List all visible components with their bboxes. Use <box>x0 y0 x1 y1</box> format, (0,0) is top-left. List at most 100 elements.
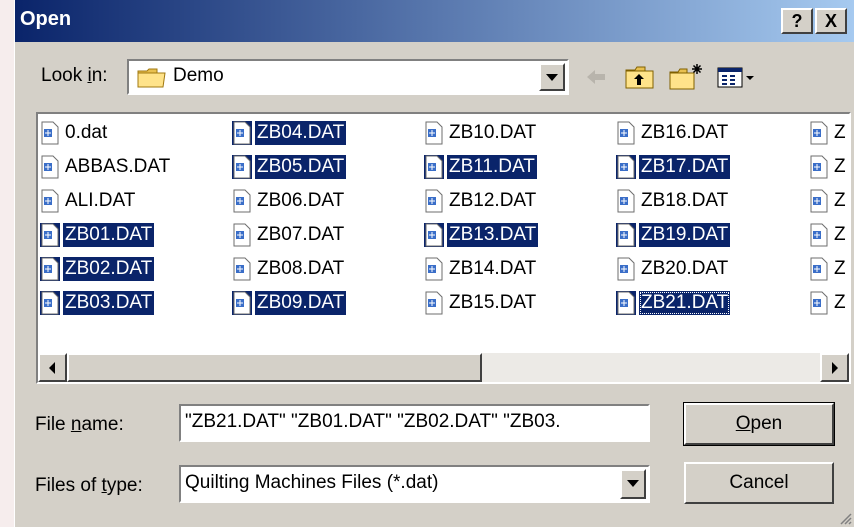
file-name-input[interactable]: "ZB21.DAT" "ZB01.DAT" "ZB02.DAT" "ZB03. <box>179 404 650 442</box>
file-item[interactable]: ABBAS.DAT <box>40 151 172 183</box>
document-icon <box>424 223 444 247</box>
file-item[interactable]: ZB08.DAT <box>232 253 346 285</box>
document-icon <box>616 291 636 315</box>
document-icon <box>616 223 636 247</box>
file-name: ZB01.DAT <box>63 223 155 247</box>
close-button[interactable]: X <box>815 8 847 34</box>
scroll-left-button[interactable] <box>38 353 67 382</box>
file-name: Z <box>834 156 846 177</box>
file-type-dropdown-button[interactable] <box>620 469 646 499</box>
look-in-label: Look in: <box>41 65 108 86</box>
folder-icon <box>137 68 166 88</box>
file-name: ZB11.DAT <box>447 155 537 179</box>
file-item[interactable]: ZB14.DAT <box>424 253 538 285</box>
view-menu-icon[interactable] <box>715 62 759 92</box>
scroll-right-button[interactable] <box>820 353 849 382</box>
file-item[interactable]: Z <box>809 151 848 183</box>
file-name: ZB05.DAT <box>255 155 347 179</box>
file-name: ZB16.DAT <box>641 122 729 143</box>
file-item[interactable]: ZB21.DAT <box>616 287 731 319</box>
back-arrow-icon[interactable] <box>581 62 611 92</box>
document-icon <box>616 257 636 281</box>
document-icon <box>424 121 444 145</box>
file-name: ALI.DAT <box>65 190 136 211</box>
file-item[interactable]: ZB13.DAT <box>424 219 539 251</box>
look-in-value: Demo <box>173 65 224 86</box>
document-icon <box>809 223 829 247</box>
new-folder-icon[interactable] <box>667 62 705 92</box>
file-item[interactable]: Z <box>809 287 848 319</box>
document-icon <box>809 291 829 315</box>
file-item[interactable]: ALI.DAT <box>40 185 137 217</box>
help-button[interactable]: ? <box>781 8 813 34</box>
cancel-button[interactable]: Cancel <box>684 462 834 504</box>
file-item[interactable]: Z <box>809 253 848 285</box>
document-icon <box>40 155 60 179</box>
file-item[interactable]: ZB03.DAT <box>40 287 155 319</box>
document-icon <box>232 291 252 315</box>
document-icon <box>809 257 829 281</box>
document-icon <box>232 155 252 179</box>
right-arrow-icon <box>832 362 838 374</box>
open-button[interactable]: Open <box>683 402 835 446</box>
file-name: ZB02.DAT <box>63 257 155 281</box>
file-item[interactable]: ZB16.DAT <box>616 117 730 149</box>
document-icon <box>809 189 829 213</box>
scroll-thumb[interactable] <box>67 353 482 382</box>
file-item[interactable]: Z <box>809 117 848 149</box>
document-icon <box>40 223 60 247</box>
look-in-combobox[interactable]: Demo <box>127 59 569 95</box>
file-name: ZB12.DAT <box>449 190 537 211</box>
file-item[interactable]: ZB01.DAT <box>40 219 155 251</box>
document-icon <box>40 121 60 145</box>
file-item[interactable]: ZB04.DAT <box>232 117 347 149</box>
file-item[interactable]: ZB02.DAT <box>40 253 155 285</box>
file-name: ZB19.DAT <box>639 223 731 247</box>
file-name: Z <box>834 224 846 245</box>
file-item[interactable]: ZB11.DAT <box>424 151 537 183</box>
file-name-label: File name: <box>35 414 124 435</box>
file-item[interactable]: ZB15.DAT <box>424 287 538 319</box>
file-name: ABBAS.DAT <box>65 156 171 177</box>
file-item[interactable]: ZB12.DAT <box>424 185 538 217</box>
file-name: Z <box>834 190 846 211</box>
file-name: ZB08.DAT <box>257 258 345 279</box>
file-item[interactable]: 0.dat <box>40 117 109 149</box>
file-name: ZB06.DAT <box>257 190 345 211</box>
file-name: ZB18.DAT <box>641 190 729 211</box>
title-bar[interactable]: Open ? X <box>15 0 854 42</box>
document-icon <box>616 155 636 179</box>
file-type-value: Quilting Machines Files (*.dat) <box>185 472 439 493</box>
window-title: Open <box>20 8 72 30</box>
file-item[interactable]: ZB20.DAT <box>616 253 730 285</box>
file-item[interactable]: ZB05.DAT <box>232 151 347 183</box>
resize-grip-icon[interactable] <box>838 511 852 525</box>
file-name: Z <box>834 292 846 313</box>
file-name: ZB09.DAT <box>255 291 347 315</box>
open-dialog: Open ? X Look in: Demo Z Z Z Z Z Z ZB21.DAT ZB2… <box>14 0 854 527</box>
file-item[interactable]: ZB18.DAT <box>616 185 730 217</box>
file-item[interactable]: ZB17.DAT <box>616 151 731 183</box>
file-list[interactable]: Z Z Z Z Z Z ZB21.DAT ZB20.DAT ZB19.DAT ZB18.DAT ZB… <box>36 112 851 384</box>
file-item[interactable]: ZB06.DAT <box>232 185 346 217</box>
file-name: ZB17.DAT <box>639 155 731 179</box>
file-item[interactable]: ZB10.DAT <box>424 117 538 149</box>
file-item[interactable]: ZB19.DAT <box>616 219 731 251</box>
file-item[interactable]: ZB07.DAT <box>232 219 346 251</box>
look-in-dropdown-button[interactable] <box>539 63 565 91</box>
horizontal-scrollbar[interactable] <box>38 353 849 382</box>
document-icon <box>232 257 252 281</box>
file-name: ZB15.DAT <box>449 292 537 313</box>
file-item[interactable]: Z <box>809 185 848 217</box>
document-icon <box>616 189 636 213</box>
document-icon <box>809 155 829 179</box>
file-name: Z <box>834 258 846 279</box>
file-name: ZB07.DAT <box>257 224 345 245</box>
file-type-select[interactable]: Quilting Machines Files (*.dat) <box>179 465 650 503</box>
up-folder-icon[interactable] <box>623 62 657 92</box>
file-item[interactable]: Z <box>809 219 848 251</box>
document-icon <box>232 223 252 247</box>
file-item[interactable]: ZB09.DAT <box>232 287 347 319</box>
file-name: Z <box>834 122 846 143</box>
file-name: ZB04.DAT <box>255 121 347 145</box>
